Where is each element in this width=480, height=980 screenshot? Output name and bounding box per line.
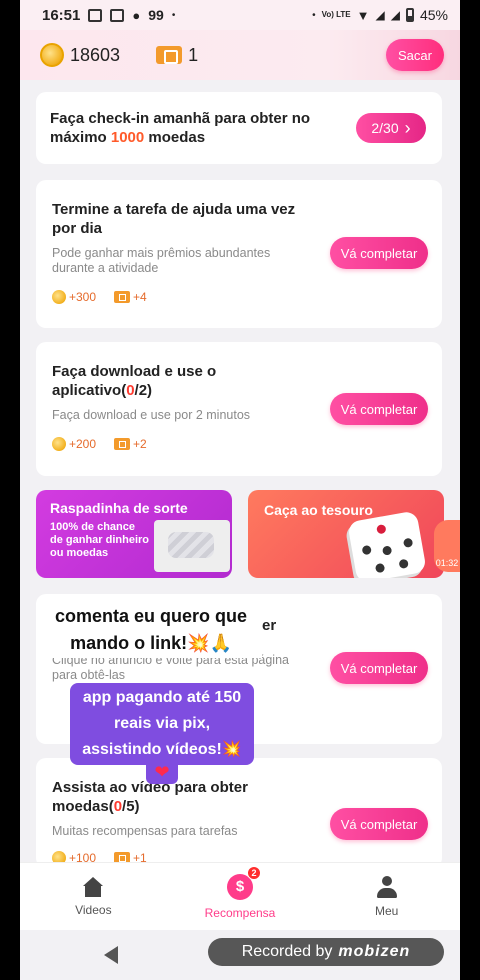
checkin-card: Faça check-in amanhã para obter no máxim… [36,92,442,164]
chevron-right-icon: › [404,118,411,138]
task-desc: Faça download e use por 2 minutos [52,408,251,422]
home-icon [82,876,104,897]
complete-button[interactable]: Vá completar [330,808,428,840]
reward-tickets: +4 [133,290,147,304]
floating-video-badge[interactable]: 01:32 [434,520,460,572]
reward-coins: +200 [69,437,97,451]
coin-balance: 18603 [70,44,121,65]
checkin-text: Faça check-in amanhã para obter no máxim… [50,109,330,147]
nav-label: Recompensa [204,905,276,920]
dice-icon [347,510,427,578]
status-time: 16:51 [42,6,81,24]
ticket-icon [114,438,131,450]
user-icon [376,875,398,898]
recorder-label: Recorded by [241,943,333,960]
ticket-balance: 1 [188,44,199,65]
task-rewards: +200 +2 [52,437,426,451]
scratch-card-image [154,520,230,572]
task-title: Faça download e use o aplicativo(0/2) [52,362,312,400]
reward-coins: +300 [69,290,97,304]
dice-pip [402,537,414,548]
screen-recorder-watermark: Recorded by mobizen [208,938,444,966]
heart-icon: ❤ [146,760,178,784]
task-card-download: Faça download e use o aplicativo(0/2) Fa… [36,342,442,476]
checkin-progress-button[interactable]: 2/30 › [356,113,426,143]
task-rewards: +300 +4 [52,290,426,304]
status-dot-right: • [312,9,316,21]
withdraw-button[interactable]: Sacar [386,39,444,71]
back-icon[interactable] [104,946,118,964]
nav-recompensa[interactable]: $ 2 Recompensa [167,863,314,930]
nav-label: Meu [375,903,399,918]
recorder-brand: mobizen [338,943,411,960]
ticket-icon [114,291,131,303]
battery-percent: 45% [419,7,448,23]
task-desc: Pode ganhar mais prêmios abundantes dura… [52,246,271,275]
task-card-video: Assista ao vídeo para obter moedas(0/5) … [36,758,442,868]
lte-indicator: Vo) LTE [321,10,351,19]
nav-videos[interactable]: Videos [20,863,167,930]
app-notification-icon [110,8,125,22]
banner-title: Caça ao tesouro [264,502,373,518]
app-screen: 16:51 ● 99 • • Vo) LTE ▼ ◢ ◢ 45% 18603 1… [20,0,460,980]
task-title-part: /2) [134,382,153,399]
complete-button[interactable]: Vá completar [330,652,428,684]
checkin-progress: 2/30 [371,120,399,136]
task-title: Termine a tarefa de ajuda uma vez por di… [52,201,296,237]
coin-icon [40,43,64,67]
money-symbol: $ [235,878,245,895]
rewards-header: 18603 1 Sacar [20,30,460,80]
status-dot: • [171,9,176,21]
apple-notification-icon: ● [132,7,141,23]
checkin-highlight: 1000 [110,129,145,146]
treasure-hunt-banner[interactable]: Caça ao tesouro [248,490,444,578]
status-bar: 16:51 ● 99 • • Vo) LTE ▼ ◢ ◢ 45% [20,0,460,30]
banner-desc: 100% de chance de ganhar dinheiro ou moe… [50,521,150,559]
bottom-navigation: Videos $ 2 Recompensa Meu [20,862,460,930]
coin-icon [52,437,66,451]
nav-meu[interactable]: Meu [313,863,460,930]
video-caption-middle: app pagando até 150 reais via pix, assis… [70,683,254,765]
task-card-help: Termine a tarefa de ajuda uma vez por di… [36,180,442,328]
notification-count: 99 [148,7,164,23]
scratch-card-banner[interactable]: Raspadinha de sorte 100% de chance de ga… [36,490,232,578]
task-progress-done: 0 [113,798,123,815]
checkin-text-part: moedas [144,129,206,146]
task-title: er [262,617,277,634]
gallery-notification-icon [88,8,103,22]
signal-icon-2: ◢ [390,8,400,22]
task-progress-done: 0 [126,382,135,399]
dice-pip [381,545,393,556]
task-desc: Muitas recompensas para tarefas [52,824,238,838]
dice-pip [398,558,409,570]
coin-icon [52,290,66,304]
reward-tickets: +2 [133,437,147,451]
dice-pip [361,544,372,556]
complete-button[interactable]: Vá completar [330,237,428,269]
task-title-part: /5) [122,798,140,815]
wifi-icon: ▼ [356,7,370,23]
notification-badge: 2 [247,865,261,880]
money-icon: $ 2 [227,865,261,900]
complete-button[interactable]: Vá completar [330,393,428,425]
task-title-part: Assista ao vídeo para obter moedas( [52,779,248,815]
banner-title: Raspadinha de sorte [50,500,188,516]
dice-pip [374,562,386,574]
battery-icon [405,8,414,22]
video-caption-top: comenta eu quero que mando o link!💥🙏 [40,602,262,658]
signal-icon: ◢ [375,8,385,22]
nav-label: Videos [75,902,112,917]
dice-pip [376,524,387,535]
ticket-icon [156,46,183,64]
